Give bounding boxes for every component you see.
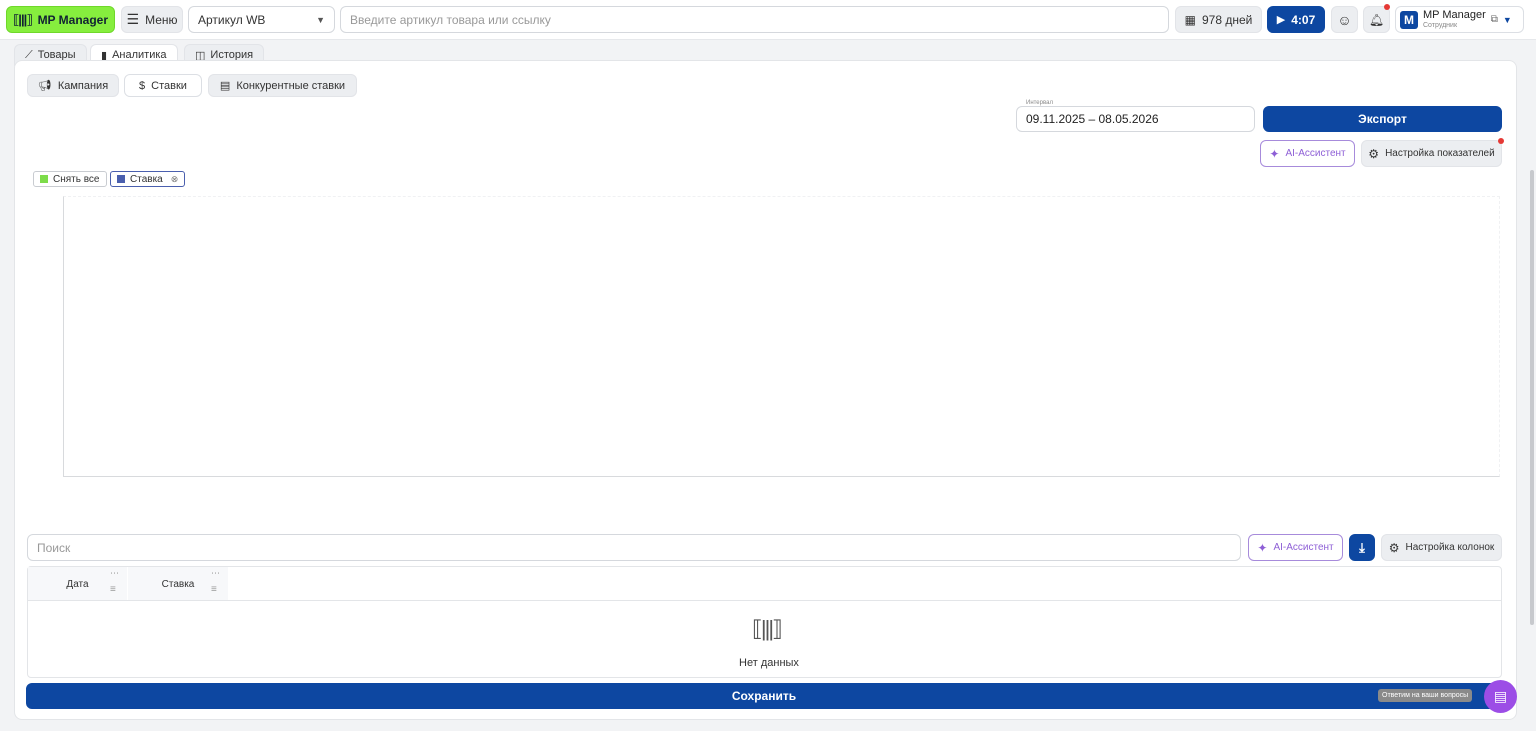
article-type-select[interactable]: Артикул WB ▼ (188, 6, 335, 33)
columns-settings-button[interactable]: ⚙ Настройка колонок (1381, 534, 1502, 561)
bell-icon: 🔔︎ (1368, 12, 1385, 27)
calendar-icon: ▦ (1184, 12, 1196, 27)
smile-button[interactable]: ☺ (1331, 6, 1358, 33)
download-button[interactable]: ⤓ (1349, 534, 1375, 561)
export-label: Экспорт (1358, 112, 1407, 126)
gear-icon: ⚙ (1368, 146, 1380, 161)
uncheck-all-label: Снять все (53, 173, 100, 185)
video-camera-icon: ▶ (1276, 14, 1286, 26)
gear-icon: ⚙ (1388, 540, 1400, 555)
subtab-bids[interactable]: $ Ставки (124, 74, 202, 97)
interval-date-range[interactable]: 09.11.2025 – 08.05.2026 (1016, 106, 1255, 132)
bid-series-label: Ставка (130, 173, 163, 185)
subtab-competitor-bids-label: Конкурентные ставки (236, 79, 346, 92)
save-label: Сохранить (731, 689, 797, 703)
columns-settings-label: Настройка колонок (1405, 542, 1495, 553)
interval-value: 09.11.2025 – 08.05.2026 (1026, 112, 1159, 126)
subtab-competitor-bids[interactable]: ▤ Конкурентные ставки (208, 74, 357, 97)
avatar: M (1400, 10, 1418, 29)
page-scrollbar[interactable] (1530, 170, 1534, 625)
table-search-placeholder: Поиск (37, 540, 71, 555)
save-button[interactable]: Сохранить (26, 683, 1502, 709)
barcode-icon: ⟦|||⟧ (752, 616, 783, 641)
copy-icon: ⧉ (1490, 14, 1498, 25)
smile-icon: ☺ (1337, 11, 1352, 28)
chevron-down-icon: ▼ (1502, 14, 1512, 25)
article-search-placeholder: Введите артикул товара или ссылку (350, 12, 551, 27)
article-type-value: Артикул WB (198, 12, 266, 27)
id-card-icon: ▤ (219, 80, 231, 92)
column-menu-icon[interactable]: ⋯ (110, 568, 119, 579)
megaphone-icon: 📢︎ (37, 80, 52, 92)
ai-assistant-button[interactable]: ✦ AI-Ассистент (1260, 140, 1355, 167)
user-role: Сотрудник (1423, 22, 1458, 29)
dollar-icon: $ (139, 79, 146, 92)
subtab-bids-label: Ставки (151, 79, 187, 92)
column-filter-icon[interactable]: ≡ (110, 584, 116, 595)
download-icon: ⤓ (1359, 539, 1365, 555)
timer-label: 4:07 (1291, 12, 1316, 27)
table-search-input[interactable]: Поиск (27, 534, 1241, 561)
notifications-button[interactable]: 🔔︎ (1363, 6, 1390, 33)
column-header-date-label: Дата (66, 578, 89, 590)
user-menu-button[interactable]: M MP Manager Сотрудник ⧉ ▼ (1395, 6, 1524, 33)
subtab-campaign-label: Кампания (57, 79, 109, 92)
export-button[interactable]: Экспорт (1263, 106, 1502, 132)
chart-area (63, 196, 1500, 477)
support-chat-button[interactable]: ▤ (1484, 680, 1517, 713)
interval-label: Интервал (1024, 100, 1055, 106)
chat-icon: ▤ (1493, 688, 1508, 704)
brand-name: MP Manager (37, 12, 109, 27)
ai-assistant-label: AI-Ассистент (1285, 148, 1346, 159)
table-ai-assistant-button[interactable]: ✦ AI-Ассистент (1248, 534, 1343, 561)
days-remaining-button[interactable]: ▦ 978 дней (1175, 6, 1262, 33)
bid-series-chip[interactable]: Ставка ⊗ (110, 171, 186, 187)
column-header-bid-label: Ставка (161, 578, 195, 590)
legend-swatch (40, 175, 48, 183)
days-label: 978 дней (1201, 12, 1253, 27)
empty-state-text: Нет данных (739, 657, 799, 669)
subtab-campaign[interactable]: 📢︎ Кампания (27, 74, 119, 97)
column-menu-icon[interactable]: ⋯ (211, 568, 220, 579)
legend-swatch (117, 175, 125, 183)
table-header-divider (28, 600, 1501, 601)
column-filter-icon[interactable]: ≡ (211, 584, 217, 595)
barcode-icon: ⟦|||⟧ (12, 11, 33, 27)
brand-logo-button[interactable]: ⟦|||⟧ MP Manager (6, 6, 115, 33)
menu-label: Меню (145, 12, 178, 27)
sparkle-icon: ✦ (1257, 540, 1268, 555)
metrics-settings-label: Настройка показателей (1385, 148, 1495, 159)
notification-dot (1384, 4, 1390, 10)
metrics-settings-button[interactable]: ⚙ Настройка показателей (1361, 140, 1502, 167)
hamburger-icon: ☰ (126, 11, 140, 27)
uncheck-all-chip[interactable]: Снять все (33, 171, 107, 187)
user-name: MP Manager (1423, 9, 1486, 21)
metrics-settings-dot (1498, 138, 1504, 144)
table-ai-assistant-label: AI-Ассистент (1273, 542, 1334, 553)
video-timer-button[interactable]: ▶ 4:07 (1267, 6, 1325, 33)
article-search-input[interactable]: Введите артикул товара или ссылку (340, 6, 1169, 33)
sparkle-icon: ✦ (1269, 146, 1280, 161)
support-tooltip: Ответим на ваши вопросы (1378, 689, 1473, 702)
close-icon[interactable]: ⊗ (171, 174, 179, 185)
menu-button[interactable]: ☰ Меню (121, 6, 183, 33)
chevron-down-icon: ▼ (316, 14, 325, 25)
support-tooltip-text: Ответим на ваши вопросы (1382, 692, 1469, 699)
